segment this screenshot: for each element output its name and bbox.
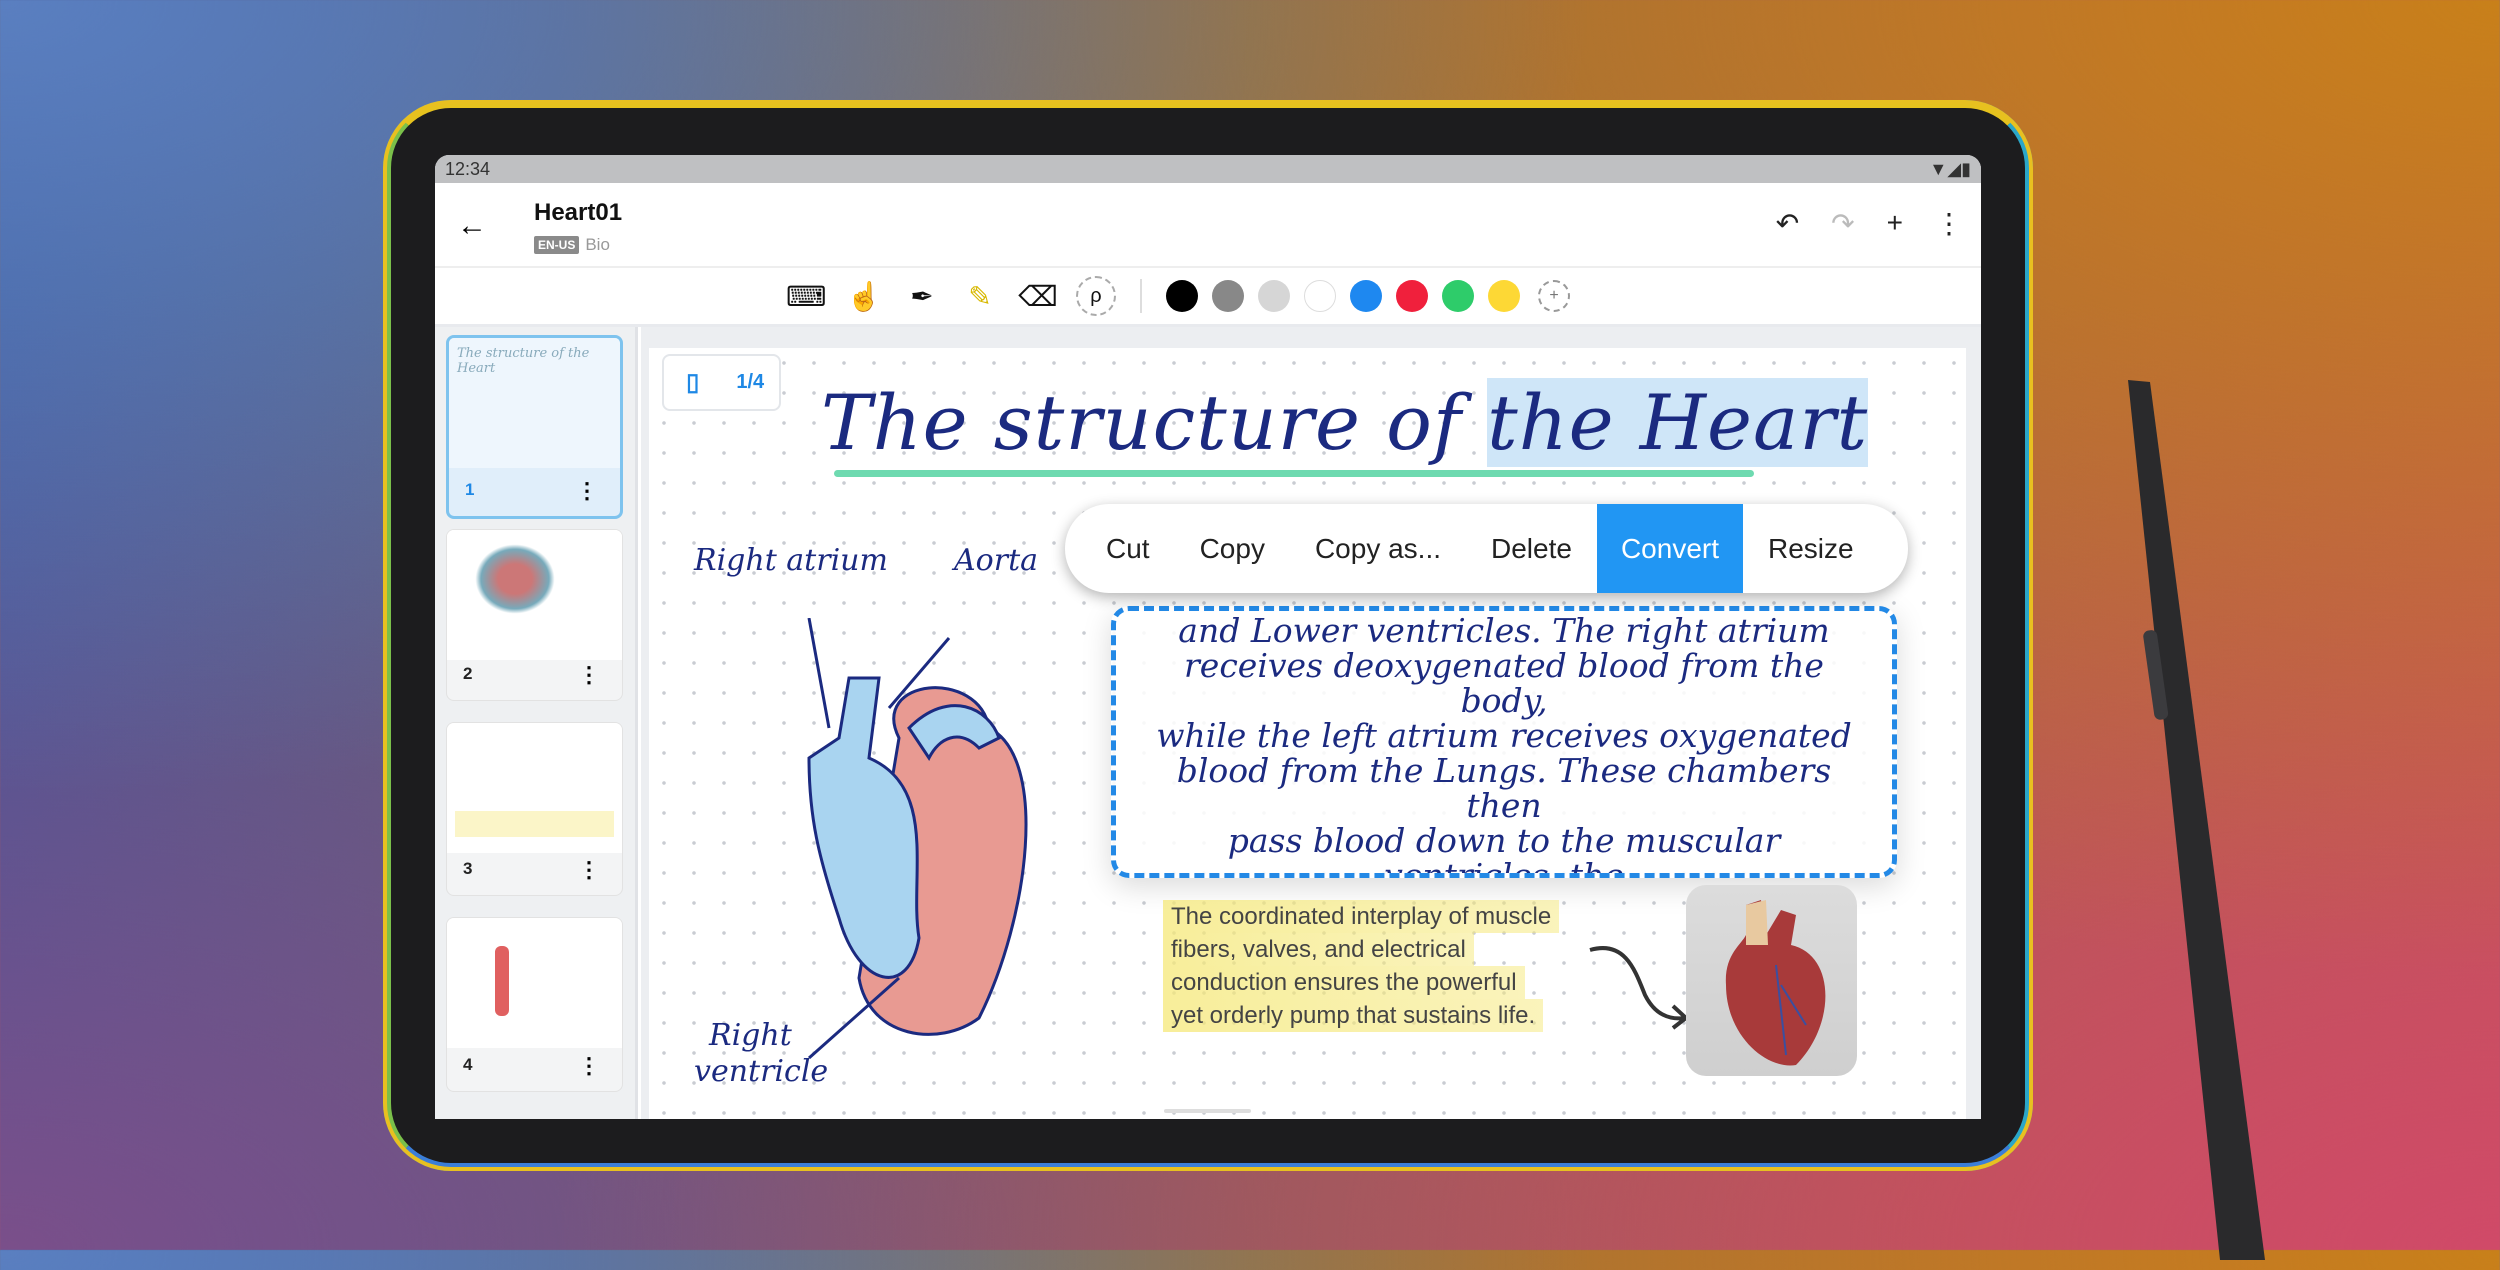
app-bar: ← Heart01 EN-US Bio ↶ ↷ + ⋮ (435, 183, 1981, 268)
color-swatch[interactable] (1442, 280, 1474, 312)
hand-icon[interactable]: ☝ (844, 280, 884, 313)
color-swatch[interactable] (1396, 280, 1428, 312)
handwriting-line: blood from the Lungs. These chambers the… (1176, 751, 1832, 825)
status-bar: 12:34 ▼◢▮ (435, 155, 1981, 183)
home-indicator[interactable] (1164, 1109, 1251, 1113)
sidebar-toggle-icon[interactable]: ▯ (664, 368, 722, 397)
color-swatch[interactable] (1488, 280, 1520, 312)
color-swatch[interactable] (1166, 280, 1198, 312)
arrow-to-heart (1589, 946, 1690, 1030)
typed-line: The coordinated interplay of muscle (1163, 900, 1560, 933)
color-swatch[interactable] (1350, 280, 1382, 312)
page-more-icon[interactable]: ⋮ (578, 662, 600, 688)
page-more-icon[interactable]: ⋮ (576, 478, 598, 504)
lasso-icon[interactable]: ρ (1076, 276, 1116, 316)
typed-line: fibers, valves, and electrical (1163, 933, 1474, 966)
handwritten-title: The structure of the Heart (821, 378, 1869, 467)
heart-diagram (807, 618, 1028, 1060)
pen-toolbar: ⌨ ☝ ✒ ✎ ⌫ ρ + (435, 268, 1981, 327)
color-swatch[interactable] (1212, 280, 1244, 312)
page-more-icon[interactable]: ⋮ (578, 1053, 600, 1079)
language-badge: EN-US (534, 236, 580, 254)
handwriting-line: receives deoxygenated blood from the bod… (1184, 646, 1824, 720)
menu-convert[interactable]: Convert (1596, 504, 1743, 593)
highlighted-typed-text: The coordinated interplay of muscle fiber… (1163, 900, 1560, 1032)
page-thumbnail-sidebar: The structure of the Heart 1 ⋮ 2 ⋮ 3 ⋮ 4 ⋮ (435, 327, 638, 1119)
more-options-icon[interactable]: ⋮ (1935, 207, 1963, 240)
label-right-atrium: Right atrium (694, 543, 888, 578)
handwriting-line: and Lower ventricles. The right atrium (1178, 611, 1830, 650)
context-menu: Cut Copy Copy as... Delete Convert Resiz… (1065, 504, 1908, 593)
title-underline (834, 470, 1754, 477)
menu-delete[interactable]: Delete (1466, 504, 1597, 593)
stylus-pen (2128, 380, 2265, 1260)
undo-icon[interactable]: ↶ (1776, 207, 1799, 240)
handwriting-line: while the left atrium receives oxygenate… (1156, 716, 1852, 755)
back-arrow-icon[interactable]: ← (457, 209, 487, 243)
menu-cut[interactable]: Cut (1081, 504, 1175, 593)
color-swatch[interactable] (1304, 280, 1336, 312)
menu-copy[interactable]: Copy (1175, 504, 1290, 593)
menu-copy-as[interactable]: Copy as... (1290, 504, 1466, 593)
note-title[interactable]: Heart01 (534, 199, 622, 227)
keyboard-icon[interactable]: ⌨ (786, 280, 826, 313)
toolbar-divider (1140, 279, 1142, 313)
page-thumbnail[interactable]: 2 ⋮ (446, 529, 623, 701)
menu-resize[interactable]: Resize (1743, 504, 1879, 593)
highlighter-icon[interactable]: ✎ (960, 280, 1000, 313)
label-right-ventricle-2: ventricle (694, 1054, 829, 1089)
page-more-icon[interactable]: ⋮ (578, 857, 600, 883)
pen-icon[interactable]: ✒ (902, 280, 942, 313)
status-time: 12:34 (445, 158, 491, 179)
lasso-selection[interactable]: and Lower ventricles. The right atrium re… (1111, 606, 1897, 878)
label-aorta: Aorta (954, 543, 1039, 578)
wifi-battery-icon: ▼◢▮ (1929, 158, 1971, 179)
color-swatch[interactable] (1258, 280, 1290, 312)
page-thumbnail[interactable]: 3 ⋮ (446, 722, 623, 896)
eraser-icon[interactable]: ⌫ (1018, 280, 1058, 313)
redo-icon[interactable]: ↷ (1831, 207, 1854, 240)
label-right-ventricle: Right (709, 1018, 792, 1053)
typed-line: conduction ensures the powerful (1163, 966, 1525, 999)
page-thumbnail[interactable]: The structure of the Heart 1 ⋮ (446, 335, 623, 519)
heart-photo[interactable] (1686, 885, 1857, 1076)
note-subject: Bio (585, 235, 610, 254)
typed-line: yet orderly pump that sustains life. (1163, 999, 1544, 1032)
page-indicator[interactable]: ▯ 1/4 (662, 354, 781, 411)
add-color-icon[interactable]: + (1538, 280, 1570, 312)
handwriting-line: pass blood down to the muscular ventricl… (1227, 821, 1781, 878)
add-icon[interactable]: + (1887, 207, 1903, 240)
page-thumbnail[interactable]: 4 ⋮ (446, 917, 623, 1092)
